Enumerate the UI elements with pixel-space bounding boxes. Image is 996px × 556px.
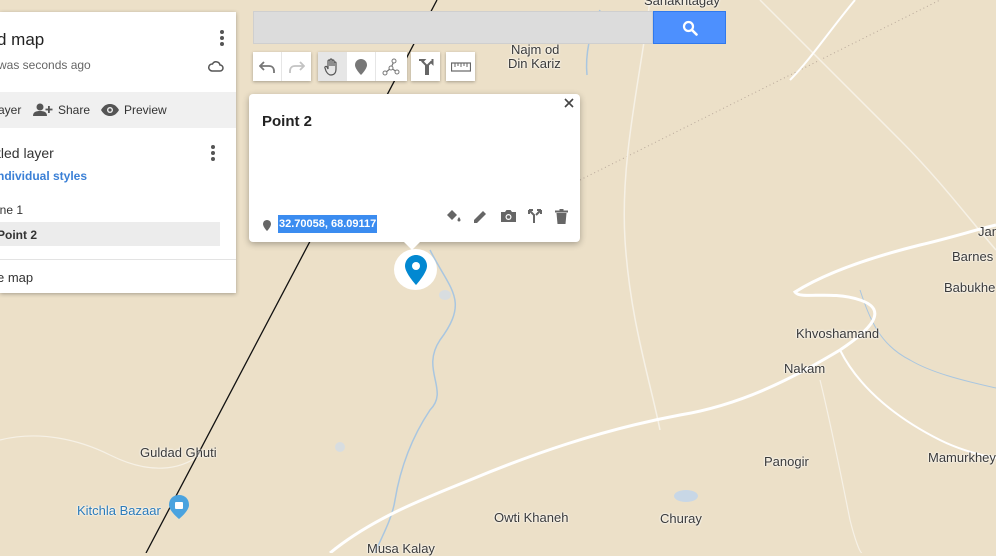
place-label: Khvoshamand [796, 326, 880, 341]
search-button[interactable] [653, 11, 726, 44]
preview-button[interactable]: Preview [101, 92, 167, 128]
cloud-icon [208, 59, 224, 77]
directions-icon [528, 208, 542, 223]
shopping-marker-icon[interactable] [169, 495, 189, 524]
style-button[interactable] [443, 206, 463, 226]
measure-tool [446, 52, 475, 81]
measure-button[interactable] [446, 52, 475, 81]
panel-toolbar: ayer Share Preview [0, 92, 236, 128]
camera-icon [500, 210, 516, 222]
list-item[interactable]: ine 1 [0, 203, 23, 217]
draw-line-button[interactable] [376, 52, 405, 81]
edit-button[interactable] [470, 206, 490, 226]
add-person-icon [33, 103, 53, 116]
list-item[interactable]: Point 2 [0, 222, 220, 246]
marker-icon [404, 254, 427, 285]
place-label: Din Kariz [508, 56, 561, 71]
add-marker-button[interactable] [347, 52, 376, 81]
add-layer-button[interactable]: ayer [0, 92, 21, 128]
directions-button[interactable] [525, 206, 545, 226]
add-directions-button[interactable] [411, 52, 440, 81]
redo-icon [288, 60, 305, 73]
coordinates-text[interactable]: 32.70058, 68.09117 [278, 215, 378, 233]
place-label: Mamurkhey [928, 450, 996, 465]
share-button[interactable]: Share [33, 92, 90, 128]
close-icon[interactable] [562, 96, 576, 110]
trash-icon [554, 208, 568, 224]
search-input[interactable] [253, 11, 653, 44]
directions-tool [411, 52, 440, 81]
add-layer-label: ayer [0, 103, 22, 117]
info-window: Point 2 32.70058, 68.09117 [249, 94, 580, 242]
base-map-item[interactable]: e map [0, 270, 33, 285]
map-title[interactable]: d map [0, 30, 44, 50]
add-image-button[interactable] [498, 206, 518, 226]
place-label: Jan [978, 224, 996, 239]
edit-icon [473, 210, 486, 223]
divider [0, 259, 236, 260]
place-label: Owti Khaneh [494, 510, 569, 525]
undo-icon [259, 60, 275, 73]
map-side-panel: d map was seconds ago ayer Share Preview… [0, 12, 236, 293]
undo-button[interactable] [253, 52, 282, 81]
place-label: Panogir [764, 454, 809, 469]
more-icon[interactable] [220, 30, 224, 48]
place-label: Musa Kalay [367, 541, 435, 556]
preview-label: Preview [124, 103, 167, 117]
place-label: Sanakhtagay [644, 0, 720, 8]
place-label: Guldad Ghuti [140, 445, 217, 460]
place-label: Babukhe [944, 280, 996, 295]
delete-button[interactable] [551, 206, 571, 226]
hand-icon [324, 57, 337, 76]
select-tool-button[interactable] [318, 52, 347, 81]
more-icon[interactable] [211, 145, 215, 163]
place-label: Barnes [952, 249, 994, 264]
place-label: Najm od [511, 42, 560, 57]
place-label[interactable]: Kitchla Bazaar [77, 503, 161, 518]
location-pin-icon [263, 218, 271, 236]
place-label: Nakam [784, 361, 826, 376]
layer-name[interactable]: tled layer [0, 145, 54, 161]
paint-bucket-icon [447, 210, 461, 222]
individual-styles-link[interactable]: ndividual styles [0, 169, 87, 183]
eye-icon [101, 104, 119, 116]
drawing-tools [318, 52, 407, 81]
history-tools [253, 52, 311, 81]
redo-button[interactable] [282, 52, 311, 81]
directions-icon [418, 58, 433, 75]
draw-line-icon [382, 58, 399, 75]
share-label: Share [58, 103, 91, 117]
marker-icon [355, 58, 367, 75]
ruler-icon [450, 61, 471, 72]
selected-place-marker[interactable] [394, 249, 437, 290]
place-label: Churay [660, 511, 702, 526]
save-status: was seconds ago [0, 58, 91, 72]
list-item-label: Point 2 [0, 228, 38, 242]
search-icon [682, 20, 698, 36]
feature-title[interactable]: Point 2 [262, 113, 312, 130]
